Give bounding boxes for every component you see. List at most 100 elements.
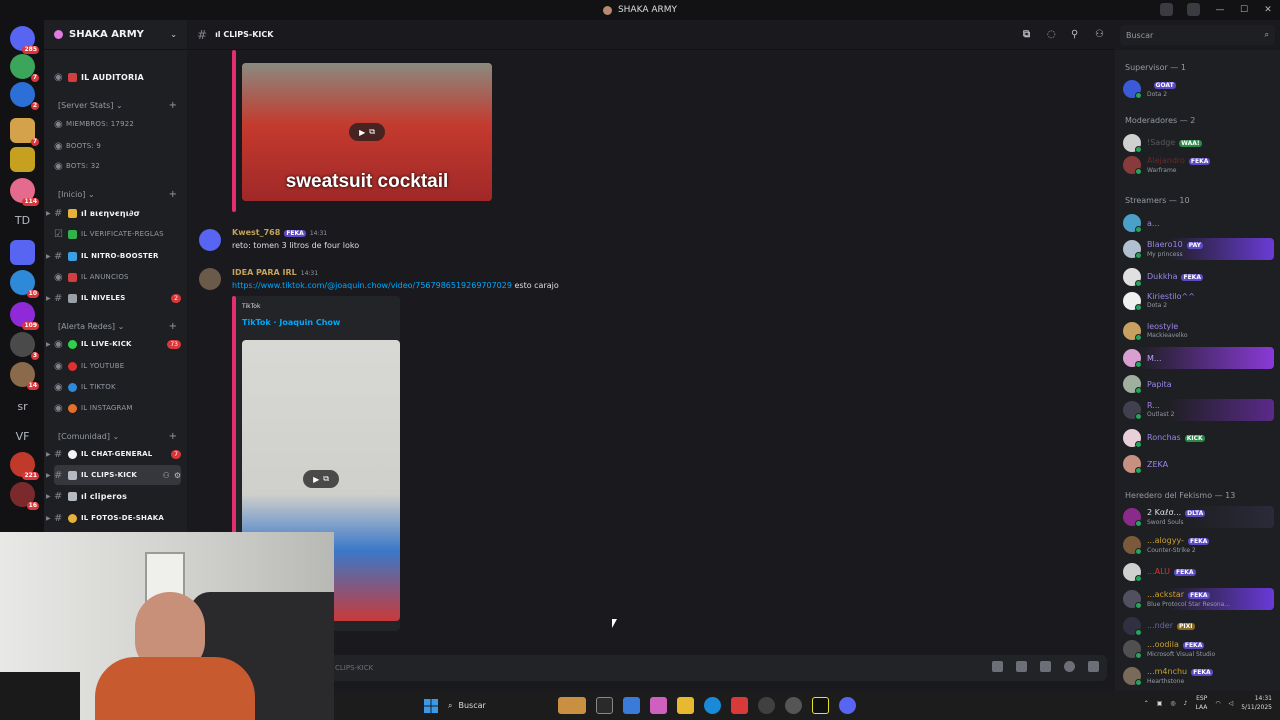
invite-icon[interactable]: ⚇: [163, 471, 170, 480]
member-item[interactable]: 2 Kαℓσ... DLTA Sword Souls: [1123, 506, 1274, 528]
search-input[interactable]: Buscar ⌕: [1120, 25, 1275, 45]
brave-icon[interactable]: [731, 697, 748, 714]
emoji-icon[interactable]: [1064, 661, 1075, 672]
member-item[interactable]: ...nder PIXI: [1123, 615, 1274, 637]
server-icon[interactable]: 109: [10, 302, 39, 330]
message-author[interactable]: Kwest_768 FEKA 14:31: [232, 228, 327, 237]
member-item[interactable]: R... Outlast 2: [1123, 399, 1274, 421]
server-icon[interactable]: sr: [10, 400, 35, 413]
wifi-icon[interactable]: ◠: [1215, 700, 1220, 707]
home-button[interactable]: 285: [10, 26, 39, 54]
server-icon[interactable]: VF: [10, 430, 35, 443]
channel-miembros[interactable]: ◉ MIEMBROS: 17922: [54, 114, 181, 134]
message-author[interactable]: IDEA PARA IRL 14:31: [232, 268, 318, 277]
volume-icon[interactable]: ◁: [1229, 700, 1234, 707]
tray-app-icon[interactable]: ▣: [1157, 700, 1163, 707]
avatar[interactable]: [199, 268, 221, 290]
member-item[interactable]: ZEKA: [1123, 453, 1274, 475]
server-icon[interactable]: 16: [10, 482, 39, 510]
add-channel-icon[interactable]: +: [169, 321, 177, 332]
chrome-icon[interactable]: [758, 697, 775, 714]
task-view-icon[interactable]: [596, 697, 613, 714]
category-alerta-redes[interactable]: [Alerta Redes] ⌄ +: [58, 319, 177, 333]
file-explorer-icon[interactable]: [677, 697, 694, 714]
member-item[interactable]: Alejandro FEKA Warframe: [1123, 154, 1274, 176]
taskbar-search[interactable]: ⌕ Buscar: [448, 696, 548, 716]
server-icon[interactable]: 3: [10, 332, 39, 360]
windows-start-icon[interactable]: [424, 698, 438, 713]
capcut-icon[interactable]: [812, 697, 829, 714]
member-item[interactable]: ...ALU FEKA: [1123, 561, 1274, 583]
server-icon[interactable]: TD: [10, 214, 35, 227]
channel-live-kick[interactable]: ▶ ◉ ıl LIVE-KICK 73: [46, 334, 181, 354]
channel-instagram[interactable]: ◉ ıl INSTAGRAM: [54, 398, 181, 418]
play-button[interactable]: ▶ ⧉: [303, 470, 339, 488]
member-item[interactable]: ...alogyy- FEKA Counter-Strike 2: [1123, 534, 1274, 556]
obs-icon[interactable]: [785, 697, 802, 714]
threads-icon[interactable]: ⧉: [1023, 29, 1035, 41]
add-channel-icon[interactable]: +: [169, 100, 177, 111]
copilot-icon[interactable]: [650, 697, 667, 714]
add-channel-icon[interactable]: +: [169, 189, 177, 200]
edge-icon[interactable]: [704, 697, 721, 714]
member-item[interactable]: Papita: [1123, 373, 1274, 395]
gif-icon[interactable]: [1016, 661, 1027, 672]
server-icon[interactable]: [10, 147, 35, 172]
keyboard-language[interactable]: ESP LAA: [1196, 694, 1208, 712]
video-thumbnail[interactable]: sweatsuit cocktail ▶ ⧉: [242, 63, 492, 201]
channel-bienvenido[interactable]: ▶ # ıl вιєηνєηι∂σ: [46, 203, 181, 223]
member-item[interactable]: GOAT Dota 2: [1123, 78, 1274, 100]
widgets-icon[interactable]: [558, 697, 586, 714]
server-icon[interactable]: 221: [10, 452, 39, 480]
member-item[interactable]: M...: [1123, 347, 1274, 369]
gear-icon[interactable]: ⚙: [174, 471, 181, 480]
member-item[interactable]: !Sadge WAA!: [1123, 132, 1274, 154]
category-comunidad[interactable]: [Comunidad] ⌄ +: [58, 429, 177, 443]
mute-icon[interactable]: ◌: [1047, 29, 1059, 41]
server-icon[interactable]: 7: [10, 54, 39, 82]
member-list-icon[interactable]: ⚇: [1095, 29, 1107, 41]
maximize-button[interactable]: ☐: [1232, 5, 1256, 15]
avatar[interactable]: [199, 229, 221, 251]
member-item[interactable]: Dukkha FEKA: [1123, 266, 1274, 288]
channel-fotos[interactable]: ▶ # ıl FOTOS-DE-SHAKA: [46, 508, 181, 528]
play-button[interactable]: ▶ ⧉: [349, 123, 385, 141]
help-icon[interactable]: [1187, 3, 1200, 16]
tray-app-icon[interactable]: ◎: [1170, 700, 1175, 707]
member-item[interactable]: leostyle Mackieavelko: [1123, 320, 1274, 342]
sticker-icon[interactable]: [1040, 661, 1051, 672]
channel-anuncios[interactable]: ◉ ıl ANUNCIOS: [54, 267, 181, 287]
notepad-icon[interactable]: [623, 697, 640, 714]
member-item[interactable]: a...: [1123, 212, 1274, 234]
server-icon[interactable]: 7: [10, 118, 39, 146]
channel-chat-general[interactable]: ▶ # ıl CHAT-GENERAL 7: [46, 444, 181, 464]
channel-bots[interactable]: ◉ BOTS: 32: [54, 156, 181, 176]
minimize-button[interactable]: —: [1208, 5, 1232, 15]
embed-title[interactable]: TikTok · Joaquin Chow: [242, 318, 340, 327]
server-icon[interactable]: 14: [10, 362, 39, 390]
server-icon[interactable]: 114: [10, 178, 39, 206]
member-item[interactable]: Blaero10 PAY My princess: [1123, 238, 1274, 260]
channel-tiktok[interactable]: ◉ ıl TIKTOK: [54, 377, 181, 397]
chevron-up-icon[interactable]: ⌃: [1144, 700, 1149, 707]
guild-header[interactable]: SHAKA ARMY ⌄: [44, 20, 187, 50]
server-icon[interactable]: 2: [10, 82, 39, 110]
channel-clips-kick[interactable]: ▶ # ıl CLIPS-KICK ⚇ ⚙: [46, 465, 181, 485]
channel-verificate[interactable]: ☑ ıl VERIFICATE-REGLAS: [54, 224, 181, 244]
category-inicio[interactable]: [Inicio] ⌄ +: [58, 187, 177, 201]
inbox-icon[interactable]: [1160, 3, 1173, 16]
server-icon[interactable]: 10: [10, 270, 39, 298]
member-item[interactable]: ...ackstar FEKA Blue Protocol Star Resona.…: [1123, 588, 1274, 610]
channel-auditoria[interactable]: ◉ ıl AUDITORIA: [54, 67, 181, 87]
member-item[interactable]: Kiriestilo^^ Dota 2: [1123, 290, 1274, 312]
member-item[interactable]: ...m4nchu FEKA Hearthstone: [1123, 665, 1274, 687]
add-channel-icon[interactable]: +: [169, 431, 177, 442]
channel-niveles[interactable]: ▶ # ıl NIVELES 2: [46, 288, 181, 308]
channel-youtube[interactable]: ◉ ıl YOUTUBE: [54, 356, 181, 376]
close-button[interactable]: ✕: [1256, 5, 1280, 15]
microphone-icon[interactable]: ♪: [1184, 700, 1188, 707]
gift-icon[interactable]: [992, 661, 1003, 672]
channel-boots[interactable]: ◉ BOOTS: 9: [54, 136, 181, 156]
clock[interactable]: 14:31 5/11/2025: [1241, 694, 1272, 712]
pin-icon[interactable]: ⚲: [1071, 29, 1083, 41]
